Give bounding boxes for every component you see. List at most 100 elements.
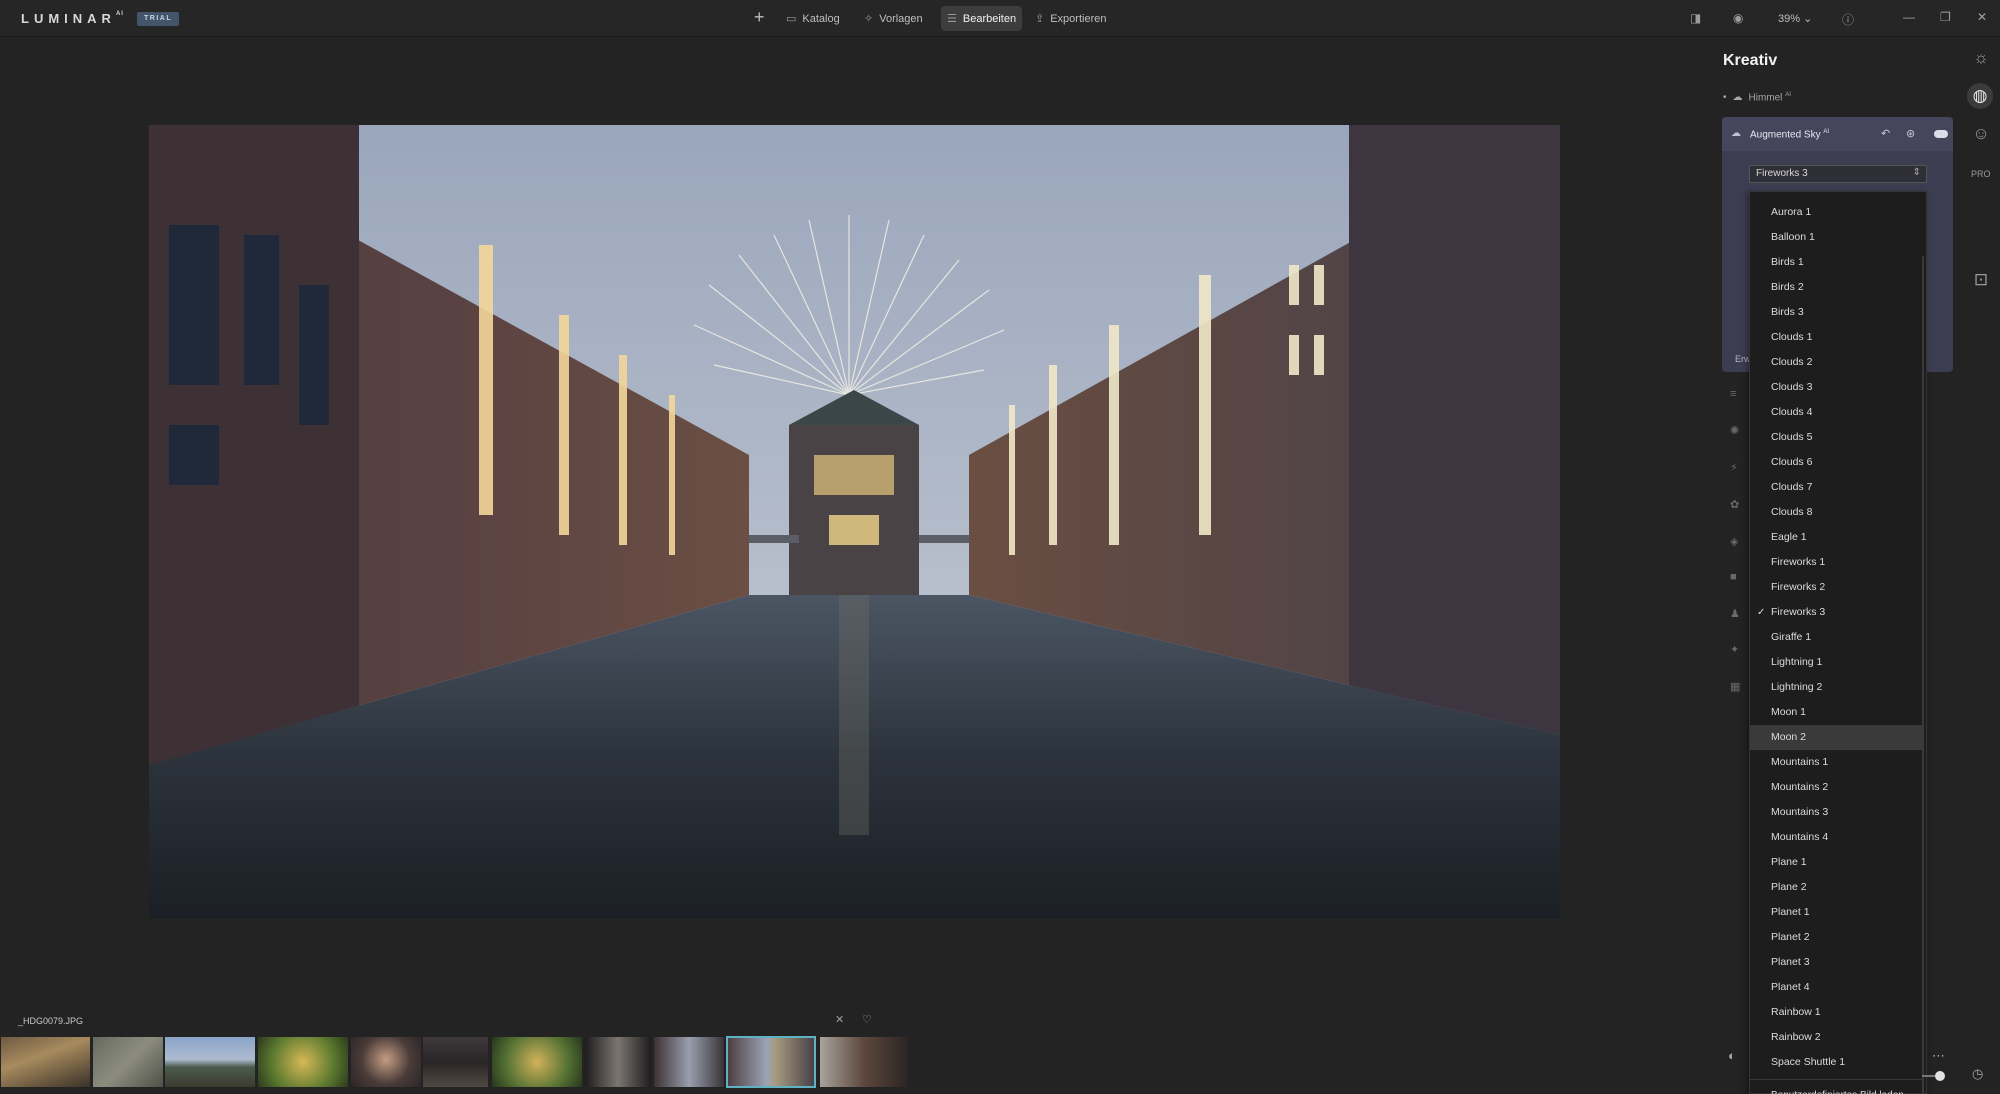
dropdown-item-label: Aurora 1 bbox=[1771, 206, 1812, 218]
tool-icon[interactable]: ◈ bbox=[1730, 535, 1738, 548]
catalog-tab-label: Katalog bbox=[802, 12, 840, 25]
add-photos-button[interactable]: + bbox=[754, 7, 765, 28]
load-custom-image-item[interactable]: Benutzerdefiniertes Bild laden... bbox=[1750, 1083, 1924, 1094]
main-photo[interactable] bbox=[149, 125, 1560, 918]
tool-icon[interactable]: ≡ bbox=[1730, 388, 1736, 400]
dropdown-item[interactable]: Lightning 2 bbox=[1750, 675, 1924, 700]
dropdown-item[interactable]: Balloon 1 bbox=[1750, 225, 1924, 250]
export-tab[interactable]: ⇪ Exportieren bbox=[1029, 6, 1112, 31]
compare-icon[interactable]: ◨ bbox=[1690, 11, 1701, 25]
tool-icon[interactable]: ✿ bbox=[1730, 498, 1739, 511]
dropdown-item[interactable]: Fireworks 2 bbox=[1750, 575, 1924, 600]
dropdown-item[interactable]: Planet 3 bbox=[1750, 950, 1924, 975]
palette-icon[interactable]: ◍ bbox=[1967, 83, 1993, 109]
slider-handle[interactable] bbox=[1935, 1071, 1945, 1081]
dropdown-item[interactable]: Clouds 5 bbox=[1750, 425, 1924, 450]
filmstrip-thumb[interactable] bbox=[492, 1037, 582, 1087]
dropdown-item[interactable]: Clouds 2 bbox=[1750, 350, 1924, 375]
heart-icon[interactable]: ♡ bbox=[862, 1013, 872, 1026]
tool-icon[interactable]: ✺ bbox=[1730, 424, 1739, 437]
close-icon[interactable]: ✕ bbox=[1977, 10, 1987, 24]
info-icon[interactable]: ⓘ bbox=[1842, 11, 1854, 28]
tool-icon[interactable]: ▦ bbox=[1730, 680, 1740, 693]
dropdown-item[interactable]: Lightning 1 bbox=[1750, 650, 1924, 675]
filmstrip-thumb[interactable] bbox=[820, 1037, 908, 1087]
dropdown-item[interactable]: Mountains 3 bbox=[1750, 800, 1924, 825]
tool-icon[interactable]: ⚡ bbox=[1730, 461, 1738, 474]
tool-icon[interactable]: ■ bbox=[1730, 571, 1737, 583]
tool-icon[interactable]: ✦ bbox=[1730, 643, 1739, 656]
dropdown-item-label: Clouds 3 bbox=[1771, 381, 1813, 393]
tool-icon[interactable]: ♟ bbox=[1730, 607, 1740, 620]
layers-icon[interactable]: ⊡ bbox=[1970, 270, 1992, 290]
clock-icon[interactable]: ◷ bbox=[1972, 1066, 1983, 1082]
sky-object-select[interactable]: Fireworks 3 ⇕ bbox=[1749, 165, 1927, 183]
reject-icon[interactable]: ✕ bbox=[835, 1013, 844, 1026]
dropdown-item-label: Lightning 1 bbox=[1771, 656, 1823, 668]
filmstrip-thumb[interactable] bbox=[258, 1037, 348, 1087]
dropdown-item[interactable]: Aurora 1 bbox=[1750, 200, 1924, 225]
dropdown-item-label: Planet 3 bbox=[1771, 956, 1810, 968]
dropdown-item[interactable]: Fireworks 1 bbox=[1750, 550, 1924, 575]
dropdown-item[interactable]: Clouds 3 bbox=[1750, 375, 1924, 400]
sun-icon[interactable]: ☼ bbox=[1970, 48, 1992, 68]
filmstrip-thumb[interactable] bbox=[1, 1037, 90, 1087]
dropdown-item[interactable]: Planet 1 bbox=[1750, 900, 1924, 925]
dropdown-item[interactable]: Rainbow 2 bbox=[1750, 1025, 1924, 1050]
dropdown-item[interactable]: Plane 2 bbox=[1750, 875, 1924, 900]
dropdown-item-label: Eagle 1 bbox=[1771, 531, 1807, 543]
edit-tab[interactable]: ☰ Bearbeiten bbox=[941, 6, 1023, 31]
templates-tab[interactable]: ✧ Vorlagen bbox=[858, 6, 929, 31]
slider-track[interactable] bbox=[1922, 1075, 1935, 1077]
visibility-toggle[interactable] bbox=[1934, 130, 1948, 138]
face-icon[interactable]: ☺ bbox=[1970, 124, 1992, 144]
dropdown-item[interactable]: Birds 1 bbox=[1750, 250, 1924, 275]
dropdown-item[interactable]: Space Shuttle 1 bbox=[1750, 1050, 1924, 1075]
ai-icon[interactable]: ⊛ bbox=[1906, 127, 1915, 140]
dropdown-item-label: Rainbow 1 bbox=[1771, 1006, 1821, 1018]
dropdown-item[interactable]: Moon 2 bbox=[1750, 725, 1924, 750]
zoom-level[interactable]: 39% ⌄ bbox=[1778, 12, 1812, 25]
dropdown-item-label: Balloon 1 bbox=[1771, 231, 1815, 243]
catalog-tab[interactable]: ▭ Katalog bbox=[780, 6, 846, 31]
more-icon[interactable]: ⋯ bbox=[1932, 1048, 1945, 1064]
dropdown-item-label: Moon 2 bbox=[1771, 731, 1807, 743]
filmstrip-thumb[interactable] bbox=[654, 1037, 724, 1087]
dropdown-item[interactable]: Birds 2 bbox=[1750, 275, 1924, 300]
dropdown-item[interactable]: Rainbow 1 bbox=[1750, 1000, 1924, 1025]
undo-icon[interactable]: ↶ bbox=[1881, 127, 1890, 140]
dropdown-item[interactable]: Eagle 1 bbox=[1750, 525, 1924, 550]
dropdown-item[interactable]: ✓ Fireworks 3 bbox=[1750, 600, 1924, 625]
pro-icon[interactable]: PRO bbox=[1971, 169, 1991, 179]
dropdown-item-label: Birds 3 bbox=[1771, 306, 1804, 318]
augmented-sky-header[interactable]: ☁ Augmented Sky AI ↶ ⊛ bbox=[1722, 117, 1953, 151]
dropdown-item-label: Clouds 8 bbox=[1771, 506, 1813, 518]
sky-section-label: Himmel AI bbox=[1748, 92, 1791, 104]
dropdown-item[interactable]: Giraffe 1 bbox=[1750, 625, 1924, 650]
eye-icon[interactable]: ◉ bbox=[1733, 11, 1743, 25]
dot-icon: • bbox=[1723, 92, 1727, 104]
filmstrip-thumb[interactable] bbox=[351, 1037, 421, 1087]
filmstrip-thumb[interactable] bbox=[423, 1037, 488, 1087]
dropdown-item[interactable]: Mountains 2 bbox=[1750, 775, 1924, 800]
dropdown-item[interactable]: Clouds 1 bbox=[1750, 325, 1924, 350]
dropdown-item[interactable]: Clouds 8 bbox=[1750, 500, 1924, 525]
dropdown-item[interactable]: Planet 2 bbox=[1750, 925, 1924, 950]
history-icon[interactable]: ◐ bbox=[1728, 1048, 1736, 1063]
dropdown-item[interactable]: Planet 4 bbox=[1750, 975, 1924, 1000]
dropdown-item[interactable]: Clouds 4 bbox=[1750, 400, 1924, 425]
dropdown-item[interactable]: Plane 1 bbox=[1750, 850, 1924, 875]
filmstrip-thumb-selected[interactable] bbox=[726, 1036, 816, 1088]
dropdown-item[interactable]: Birds 3 bbox=[1750, 300, 1924, 325]
dropdown-item[interactable]: Mountains 1 bbox=[1750, 750, 1924, 775]
dropdown-item[interactable]: Clouds 7 bbox=[1750, 475, 1924, 500]
sky-section[interactable]: • ☁ Himmel AI bbox=[1723, 92, 1791, 103]
filmstrip-thumb[interactable] bbox=[165, 1037, 255, 1087]
dropdown-item[interactable]: Moon 1 bbox=[1750, 700, 1924, 725]
restore-icon[interactable]: ❐ bbox=[1940, 10, 1951, 24]
filmstrip-thumb[interactable] bbox=[585, 1037, 651, 1087]
dropdown-item[interactable]: Clouds 6 bbox=[1750, 450, 1924, 475]
filmstrip-thumb[interactable] bbox=[93, 1037, 163, 1087]
minimize-icon[interactable]: — bbox=[1903, 10, 1915, 24]
dropdown-item[interactable]: Mountains 4 bbox=[1750, 825, 1924, 850]
